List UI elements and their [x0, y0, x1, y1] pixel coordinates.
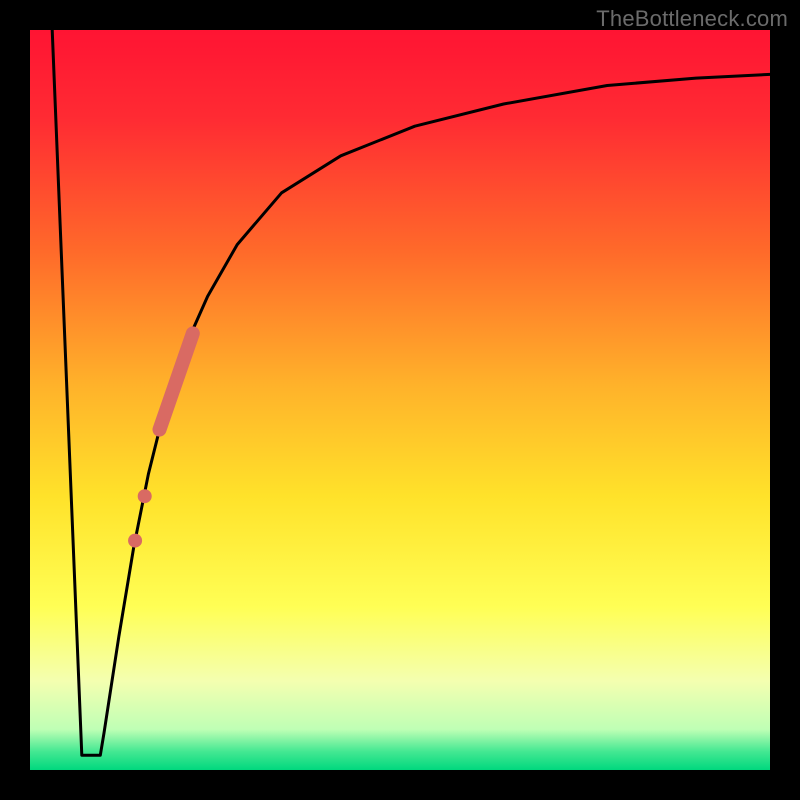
watermark-text: TheBottleneck.com: [596, 6, 788, 32]
gradient-background: [30, 30, 770, 770]
chart-frame: TheBottleneck.com: [0, 0, 800, 800]
dot-lower-2: [128, 534, 142, 548]
dot-lower-1: [138, 489, 152, 503]
chart-svg: [30, 30, 770, 770]
plot-area: [30, 30, 770, 770]
